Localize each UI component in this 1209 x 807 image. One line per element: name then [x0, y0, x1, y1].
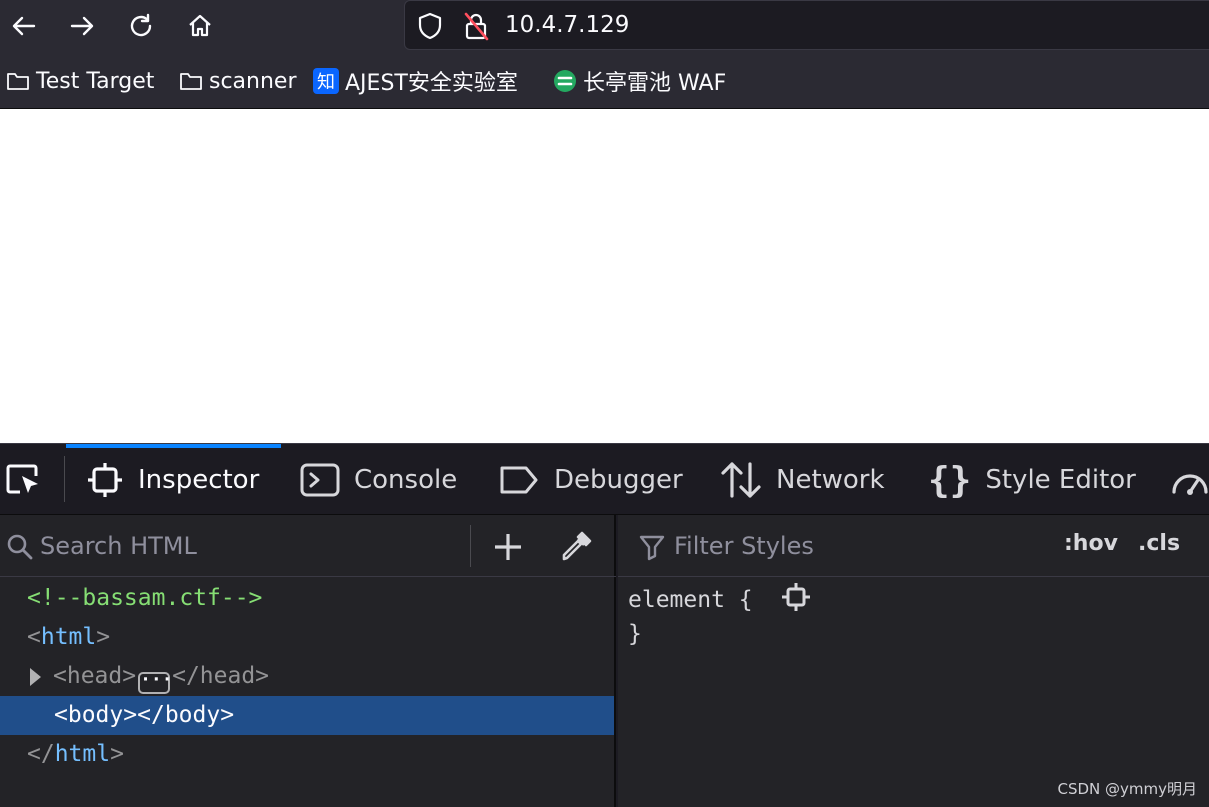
devtools-toolbar: Inspector Console Debugger Network {} St…: [0, 443, 1209, 515]
debugger-icon: [498, 464, 540, 496]
tree-node-comment[interactable]: <!--bassam.ctf-->: [0, 579, 614, 618]
filter-styles-input[interactable]: [674, 530, 1034, 562]
url-text[interactable]: 10.4.7.129: [505, 11, 629, 39]
browser-window: 10.4.7.129 Test Target scanner 知 AJEST安全…: [0, 0, 1209, 807]
tree-node-html-open[interactable]: <html>: [0, 618, 614, 657]
head-close-tag: </head>: [172, 663, 270, 689]
search-icon: [6, 533, 34, 565]
comment-text: <!--bassam.ctf-->: [27, 585, 263, 611]
page-content[interactable]: [0, 109, 1209, 443]
collapsed-ellipsis-badge[interactable]: ···: [138, 671, 173, 694]
bookmark-ajest[interactable]: 知 AJEST安全实验室: [313, 64, 518, 98]
tag-name: html: [40, 624, 97, 650]
tree-node-html-close[interactable]: </html>: [0, 735, 614, 774]
bookmark-scanner[interactable]: scanner: [179, 64, 297, 98]
tracking-shield-icon[interactable]: [417, 12, 443, 44]
console-icon: [300, 462, 340, 498]
element-rule-header[interactable]: element {: [628, 581, 812, 619]
tab-console[interactable]: Console: [300, 444, 457, 516]
hov-toggle-button[interactable]: :hov: [1064, 531, 1118, 556]
tag-bracket: </: [27, 741, 55, 767]
expand-triangle-icon[interactable]: [30, 668, 41, 686]
search-html-input[interactable]: [40, 530, 460, 562]
arrow-right-icon: [70, 16, 94, 36]
bookmark-label: AJEST安全实验室: [345, 71, 518, 96]
tab-performance[interactable]: [1170, 444, 1209, 516]
tab-inspector[interactable]: Inspector: [86, 444, 259, 516]
tag-bracket: >: [110, 741, 124, 767]
insecure-lock-icon[interactable]: [463, 11, 489, 45]
folder-icon: [179, 71, 203, 91]
bookmark-safeline-waf[interactable]: 长亭雷池 WAF: [553, 64, 726, 98]
element-selector: element {: [628, 587, 753, 613]
reload-button[interactable]: [121, 4, 161, 48]
search-divider: [470, 525, 471, 567]
bookmark-label: Test Target: [36, 68, 155, 94]
plus-icon: [495, 534, 521, 560]
tab-debugger[interactable]: Debugger: [498, 444, 683, 516]
tree-node-head[interactable]: <head> ···</head>: [0, 657, 614, 696]
zhi-favicon: 知: [313, 68, 339, 94]
tab-style-editor[interactable]: {} Style Editor: [928, 444, 1136, 516]
tag-name: body: [164, 702, 221, 728]
url-bar[interactable]: 10.4.7.129: [404, 0, 1209, 50]
forward-button[interactable]: [62, 4, 102, 48]
tab-label: Console: [354, 465, 458, 495]
tab-label: Debugger: [554, 465, 683, 495]
performance-gauge-icon: [1170, 462, 1209, 498]
markup-search-row: [0, 515, 616, 577]
arrow-left-icon: [12, 16, 36, 36]
tab-label: Inspector: [138, 465, 260, 495]
tree-node-body-selected[interactable]: <body></body>: [0, 696, 614, 735]
bookmark-test-target[interactable]: Test Target: [6, 64, 154, 98]
home-icon: [189, 14, 211, 37]
eyedropper-icon: [562, 531, 592, 561]
tag-bracket: >: [123, 702, 138, 728]
rules-panel: :hov .cls element { }: [618, 515, 1209, 807]
tab-network[interactable]: Network: [720, 444, 885, 516]
tag-bracket: >: [220, 702, 235, 728]
tag-bracket: <: [27, 624, 41, 650]
reload-icon: [130, 13, 152, 37]
bookmarks-toolbar: Test Target scanner 知 AJEST安全实验室 长亭雷池 WA…: [0, 52, 1209, 109]
folder-icon: [6, 71, 30, 91]
tab-label: Network: [776, 465, 885, 495]
network-icon: [720, 460, 762, 500]
element-picker-button[interactable]: [4, 444, 44, 516]
head-open-tag: <head>: [53, 663, 137, 689]
tag-bracket: </: [137, 702, 165, 728]
styles-filter-row: :hov .cls: [618, 515, 1209, 577]
markup-panel: <!--bassam.ctf--> <html> <head>···</head…: [0, 515, 616, 807]
tag-bracket: <: [54, 702, 68, 728]
cls-toggle-button[interactable]: .cls: [1138, 531, 1180, 556]
tag-name: body: [67, 702, 124, 728]
inspector-icon: [86, 461, 124, 499]
element-picker-icon: [6, 464, 38, 494]
element-rule-close: }: [628, 621, 642, 647]
add-node-button[interactable]: [492, 531, 524, 567]
highlight-element-icon[interactable]: [780, 581, 812, 619]
tab-label: Style Editor: [985, 465, 1136, 495]
navigation-toolbar: 10.4.7.129: [0, 0, 1209, 52]
safeline-favicon: [553, 69, 577, 93]
home-button[interactable]: [180, 4, 220, 48]
toolbar-divider: [64, 456, 65, 502]
eyedropper-button[interactable]: [560, 529, 594, 567]
bookmark-label: 长亭雷池 WAF: [583, 71, 727, 96]
tag-name: html: [54, 741, 111, 767]
filter-icon: [638, 533, 666, 565]
braces-icon: {}: [928, 459, 972, 501]
bookmark-label: scanner: [209, 68, 297, 94]
tag-bracket: >: [96, 624, 111, 650]
back-button[interactable]: [4, 4, 44, 48]
watermark: CSDN @ymmy明月: [1057, 780, 1197, 798]
